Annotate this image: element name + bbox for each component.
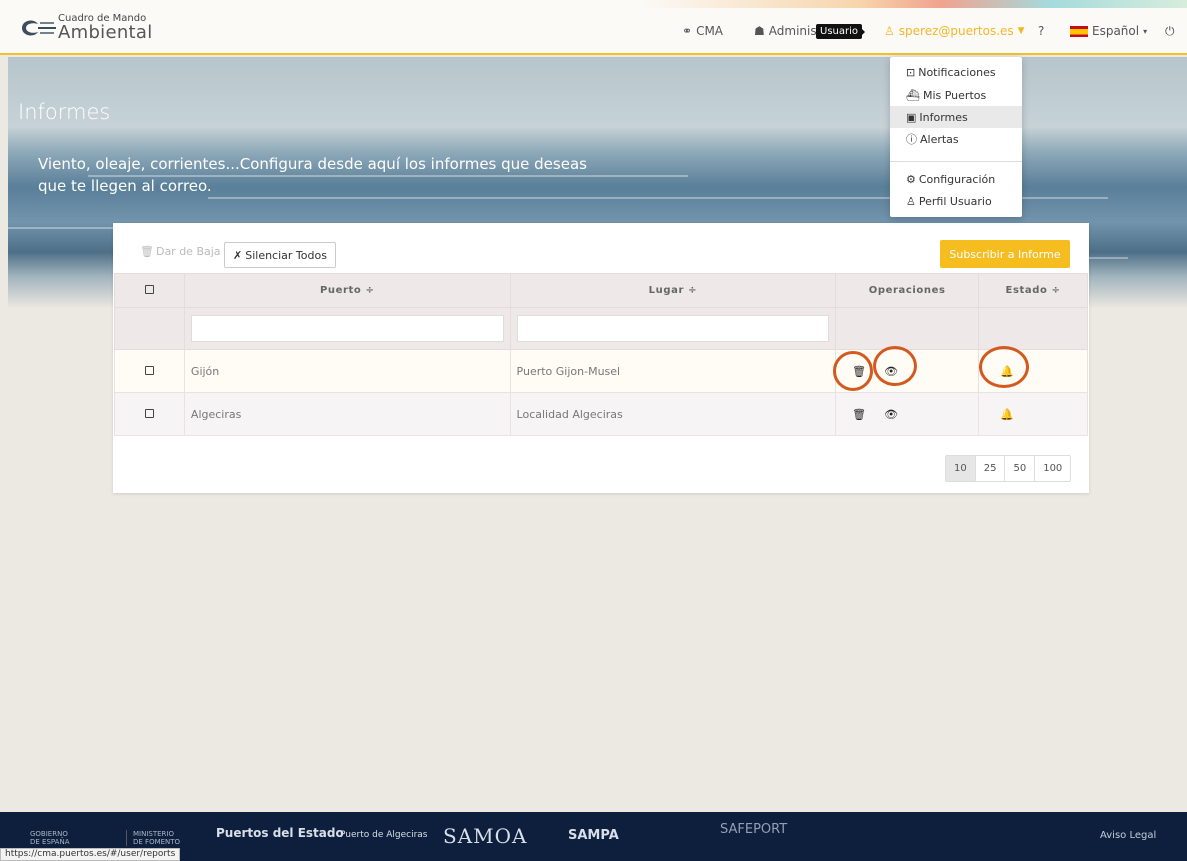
logo-icon [22, 20, 56, 36]
filter-row [114, 307, 1088, 350]
user-email: sperez@puertos.es [898, 24, 1014, 38]
page-title: Informes [18, 100, 111, 124]
logo-big-text: Ambiental [58, 22, 153, 43]
menu-item-label: Alertas [920, 132, 959, 146]
spain-flag-icon [1070, 25, 1088, 37]
lugar-cell: Localidad Algeciras [509, 392, 837, 436]
user-menu-toggle[interactable]: ♙ sperez@puertos.es ▼ [884, 24, 1025, 38]
subscribe-report-button[interactable]: Subscribir a Informe [940, 240, 1070, 268]
mute-all-button[interactable]: ✗ Silenciar Todos [224, 242, 336, 268]
notification-icon: ⊡ [906, 65, 916, 79]
lugar-filter-input[interactable] [516, 315, 830, 342]
nav-admin-label: Administ [768, 24, 822, 38]
menu-item-label: Perfil Usuario [918, 194, 992, 208]
eye-icon[interactable]: 👁 [884, 408, 898, 421]
language-label: Español [1092, 24, 1140, 38]
caret-down-icon: ▼ [1017, 26, 1025, 36]
puerto-cell: Algeciras [183, 392, 511, 436]
bell-icon[interactable]: 🔔 [985, 408, 1014, 421]
operations-cell: 🗑 👁 [835, 392, 980, 436]
nav-admin[interactable]: ☗ Administ [754, 24, 821, 38]
filter-cell [183, 307, 511, 350]
puertos-estado-logo[interactable]: Puertos del Estado [216, 826, 344, 840]
row-select-cell [114, 349, 185, 393]
menu-divider [890, 161, 1022, 162]
menu-item-label: Notificaciones [918, 65, 996, 79]
row-checkbox[interactable] [144, 408, 154, 418]
user-icon: ♙ [884, 24, 895, 38]
ministerio-logo[interactable]: MINISTERIO DE FOMENTO [126, 830, 180, 846]
caret-down-icon: ▾ [1143, 26, 1148, 36]
row-select-cell [114, 392, 185, 436]
browser-status-url: https://cma.puertos.es/#/user/reports [0, 848, 181, 861]
page-size-100[interactable]: 100 [1035, 456, 1070, 481]
cap-icon: ☗ [754, 24, 765, 38]
user-icon: ♙ [906, 194, 916, 208]
mute-all-label: Silenciar Todos [245, 248, 327, 262]
user-tooltip: Usuario [816, 24, 866, 39]
row-checkbox[interactable] [144, 365, 154, 375]
language-selector[interactable]: Español ▾ [1070, 24, 1147, 38]
power-icon[interactable]: ⏻ [1165, 24, 1175, 39]
nav-cma-label: CMA [696, 24, 724, 38]
annotation-circle [833, 351, 873, 391]
page-size-50[interactable]: 50 [1005, 456, 1036, 481]
select-all-checkbox[interactable] [144, 284, 154, 294]
menu-item-mis-puertos[interactable]: ⛴ Mis Puertos [890, 84, 1022, 106]
select-all-header[interactable] [114, 273, 185, 308]
column-puerto[interactable]: Puerto ÷ [183, 273, 511, 308]
filter-cell [114, 307, 185, 350]
unsubscribe-button[interactable]: 🗑 Dar de Baja [140, 245, 221, 258]
samoa-logo[interactable]: SAMOA [443, 824, 527, 848]
menu-item-label: Configuración [918, 172, 996, 186]
page-size-10[interactable]: 10 [946, 456, 976, 481]
reports-table: Puerto ÷ Lugar ÷ Operaciones Estado ÷ Gi… [114, 273, 1088, 436]
mute-icon: ✗ [233, 248, 243, 262]
puerto-cell: Gijón [183, 349, 511, 393]
annotation-circle [979, 346, 1029, 388]
column-operaciones: Operaciones [835, 273, 980, 308]
aviso-legal-link[interactable]: Aviso Legal [1100, 830, 1156, 841]
top-navbar: Cuadro de Mando Ambiental ⚭ CMA ☗ Admini… [0, 0, 1187, 55]
trash-icon: 🗑 [140, 245, 154, 258]
unsubscribe-label: Dar de Baja [155, 245, 221, 258]
gobierno-logo[interactable]: GOBIERNO DE ESPAÑA [30, 830, 70, 846]
menu-item-label: Informes [919, 110, 968, 124]
page-size-selector: 10 25 50 100 [945, 455, 1072, 482]
trash-icon[interactable]: 🗑 [852, 408, 866, 421]
menu-item-alertas[interactable]: ⓘ Alertas [890, 128, 1022, 150]
nav-cma[interactable]: ⚭ CMA [682, 24, 723, 38]
sampa-logo[interactable]: SAMPA [568, 828, 619, 843]
column-estado[interactable]: Estado ÷ [978, 273, 1088, 308]
lugar-cell: Puerto Gijon-Musel [509, 349, 837, 393]
filter-cell [835, 307, 980, 350]
status-cell: 🔔 [978, 392, 1088, 436]
header-decoration [640, 0, 1187, 8]
user-dropdown-menu: ⊡ Notificaciones ⛴ Mis Puertos ▣ Informe… [890, 57, 1022, 217]
puerto-algeciras-logo[interactable]: Puerto de Algeciras [340, 830, 427, 840]
menu-item-notificaciones[interactable]: ⊡ Notificaciones [890, 61, 1022, 83]
menu-item-informes[interactable]: ▣ Informes [890, 106, 1022, 128]
annotation-circle [873, 346, 917, 386]
column-lugar[interactable]: Lugar ÷ [509, 273, 837, 308]
table-header-row: Puerto ÷ Lugar ÷ Operaciones Estado ÷ [114, 273, 1088, 308]
puerto-filter-input[interactable] [190, 315, 504, 342]
help-button[interactable]: ? [1038, 24, 1044, 38]
binoculars-icon: ⚭ [682, 24, 693, 38]
page-subtitle: Viento, oleaje, corrientes...Configura d… [38, 155, 587, 195]
filter-cell [978, 307, 1088, 350]
gear-icon: ⚙ [906, 172, 916, 186]
menu-item-configuracion[interactable]: ⚙ Configuración [890, 168, 1022, 190]
filter-cell [509, 307, 837, 350]
safeport-logo[interactable]: SAFEPORT [720, 822, 787, 837]
table-row[interactable]: Algeciras Localidad Algeciras 🗑 👁 🔔 [114, 392, 1088, 436]
ship-icon: ⛴ [906, 88, 920, 102]
table-row[interactable]: Gijón Puerto Gijon-Musel 🗑 👁 🔔 [114, 349, 1088, 393]
page-size-25[interactable]: 25 [976, 456, 1006, 481]
report-icon: ▣ [906, 110, 917, 124]
app-logo[interactable]: Cuadro de Mando Ambiental [18, 13, 152, 43]
alert-icon: ⓘ [906, 133, 917, 146]
menu-item-perfil[interactable]: ♙ Perfil Usuario [890, 190, 1022, 212]
menu-item-label: Mis Puertos [922, 88, 987, 102]
